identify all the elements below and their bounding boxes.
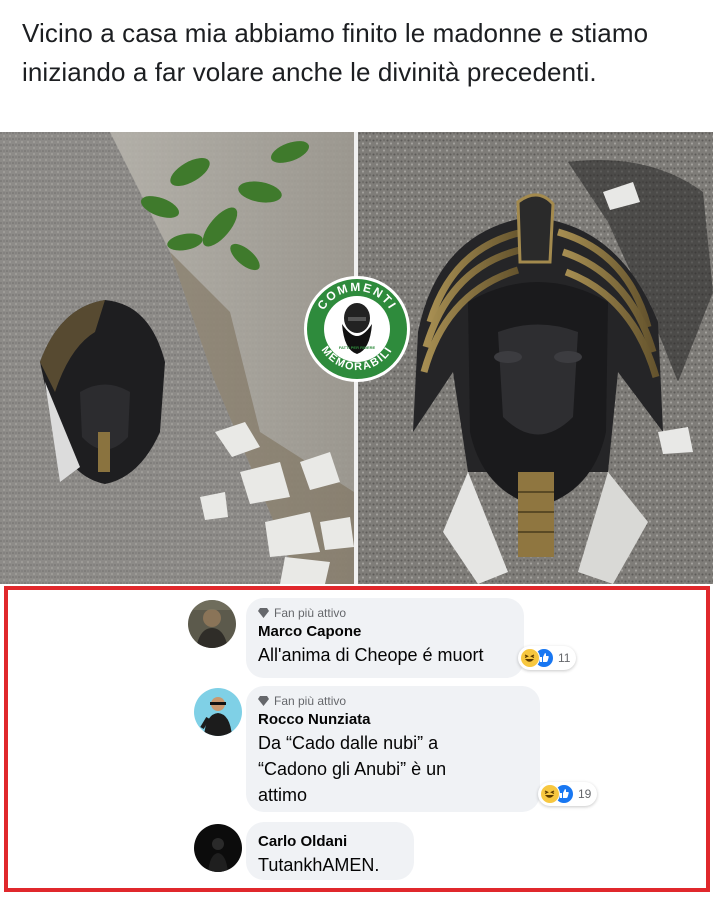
reaction-count: 11	[558, 651, 571, 665]
fan-badge-label: Fan più attivo	[274, 694, 347, 708]
comment-bubble-1[interactable]: Fan più attivo Marco Capone All'anima di…	[246, 598, 524, 678]
haha-reaction-icon	[520, 648, 540, 668]
comment-author[interactable]: Rocco Nunziata	[258, 710, 526, 730]
comment-author[interactable]: Carlo Oldani	[258, 832, 400, 852]
comment-text-line-1: Da “Cado dalle nubi” a	[258, 733, 439, 753]
haha-reaction-icon	[540, 784, 560, 804]
fan-badge-label: Fan più attivo	[274, 606, 347, 620]
comment-text: TutankhAMEN.	[258, 855, 380, 875]
logo-small-text: FATTI PER RIDERE	[339, 345, 376, 350]
comment-author[interactable]: Marco Capone	[258, 622, 510, 642]
comment-bubble-3[interactable]: Carlo Oldani TutankhAMEN.	[246, 822, 414, 880]
diamond-icon	[258, 696, 269, 706]
comment-bubble-2[interactable]: Fan più attivo Rocco Nunziata Da “Cado d…	[246, 686, 540, 812]
avatar-marco-capone[interactable]	[188, 600, 236, 648]
comment-text: All'anima di Cheope é muort	[258, 645, 484, 665]
commenti-memorabili-logo: COMMENTI MEMORABILI FATTI PER RIDERE	[302, 274, 412, 384]
comment-2-reactions[interactable]: 19	[538, 782, 598, 806]
comment-text-line-2: “Cadono gli Anubi” è un	[258, 759, 447, 779]
post-caption: Vicino a casa mia abbiamo finito le mado…	[22, 18, 649, 87]
post-photos[interactable]: COMMENTI MEMORABILI FATTI PER RIDERE	[0, 132, 713, 584]
comment-text-line-3: attimo	[258, 785, 308, 805]
comments-highlight-box: Fan più attivo Marco Capone All'anima di…	[4, 586, 710, 892]
diamond-icon	[258, 608, 269, 618]
avatar-carlo-oldani[interactable]	[194, 824, 242, 872]
avatar-rocco-nunziata[interactable]	[194, 688, 242, 736]
comment-1-reactions[interactable]: 11	[518, 646, 577, 670]
reaction-count: 19	[578, 787, 592, 801]
photo-left-broken-bust[interactable]	[0, 132, 354, 584]
